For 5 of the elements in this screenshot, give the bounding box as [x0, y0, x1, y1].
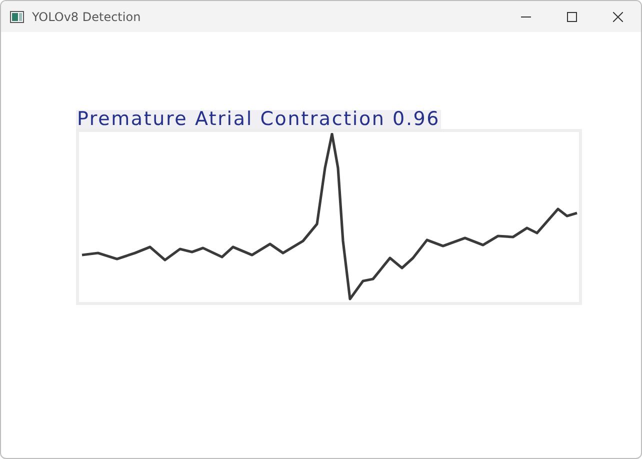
app-icon — [10, 10, 24, 22]
maximize-icon — [567, 12, 577, 22]
close-icon — [613, 12, 623, 22]
detection-label: Premature Atrial Contraction 0.96 — [76, 110, 442, 129]
window-title: YOLOv8 Detection — [32, 10, 141, 24]
